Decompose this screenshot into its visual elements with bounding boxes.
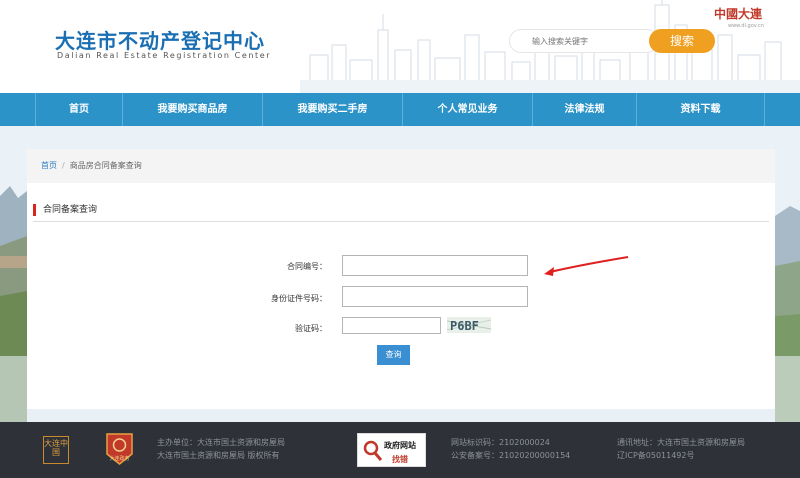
breadcrumb-home-link[interactable]: 首页 <box>41 161 57 170</box>
nav-item-personal-business[interactable]: 个人常见业务 <box>403 93 533 126</box>
china-dalian-logo[interactable]: 中國大連 <box>714 5 762 22</box>
contract-number-label: 合同编号： <box>287 262 327 271</box>
footer-icp: 辽ICP备05011492号 <box>617 451 695 460</box>
captcha-noise: P6BF <box>447 319 491 333</box>
red-arrow-annotation <box>544 256 629 276</box>
site-logo-subtitle: Dalian Real Estate Registration Center <box>57 51 272 60</box>
nav-item-buy-new-house[interactable]: 我要购买商品房 <box>123 93 263 126</box>
search-button[interactable]: 搜索 <box>649 29 715 53</box>
breadcrumb-current: 商品房合同备案查询 <box>69 161 142 170</box>
badge-title: 政府网站 <box>384 441 416 450</box>
captcha-label: 验证码： <box>295 324 327 333</box>
query-card: 首页 / 商品房合同备案查询 合同备案查询 合同编号： 身份证件号码： 验证码： P… <box>27 149 775 409</box>
footer-site-code: 网站标识码：2102000024 <box>451 438 550 447</box>
site-header: 大连市不动产登记中心 Dalian Real Estate Registrati… <box>0 0 800 93</box>
footer-copyright: 大连市国土资源和房屋局 版权所有 <box>157 451 280 460</box>
query-submit-button[interactable]: 查询 <box>377 345 410 365</box>
breadcrumb-separator: / <box>62 161 65 170</box>
search-input[interactable] <box>532 33 647 49</box>
badge-subtitle: 找错 <box>392 455 408 464</box>
nav-item-buy-second-hand[interactable]: 我要购买二手房 <box>263 93 403 126</box>
footer-sponsor: 主办单位：大连市国土资源和房屋局 <box>157 438 285 447</box>
section-divider <box>33 221 769 222</box>
main-nav: 首页 我要购买商品房 我要购买二手房 个人常见业务 法律法规 资料下载 <box>0 93 800 126</box>
contract-number-input[interactable] <box>342 255 528 276</box>
captcha-input[interactable] <box>342 317 441 334</box>
nav-item-downloads[interactable]: 资料下载 <box>637 93 765 126</box>
nav-item-home[interactable]: 首页 <box>35 93 123 126</box>
site-logo-title[interactable]: 大连市不动产登记中心 <box>55 25 265 54</box>
gov-site-error-badge[interactable]: 政府网站 找错 <box>357 433 426 467</box>
captcha-image[interactable]: P6BF <box>447 317 491 333</box>
dalian-china-logo[interactable]: 大连中国 <box>43 436 69 464</box>
magnifier-icon <box>363 440 383 461</box>
dalian-gov-service-logo-text: 大连政务 <box>109 455 129 462</box>
nav-item-laws[interactable]: 法律法规 <box>533 93 637 126</box>
footer-address: 通讯地址：大连市国土资源和房屋局 <box>617 438 745 447</box>
dalian-gov-service-logo[interactable]: 大连政务 <box>103 430 136 466</box>
gov-url-text: www.dl.gov.cn <box>728 23 764 29</box>
section-title: 合同备案查询 <box>33 204 97 216</box>
id-number-label: 身份证件号码： <box>271 294 327 303</box>
footer-police-record: 公安备案号：21020200000154 <box>451 451 571 460</box>
id-number-input[interactable] <box>342 286 528 307</box>
breadcrumb: 首页 / 商品房合同备案查询 <box>27 149 775 183</box>
captcha-text: P6BF <box>450 319 479 333</box>
